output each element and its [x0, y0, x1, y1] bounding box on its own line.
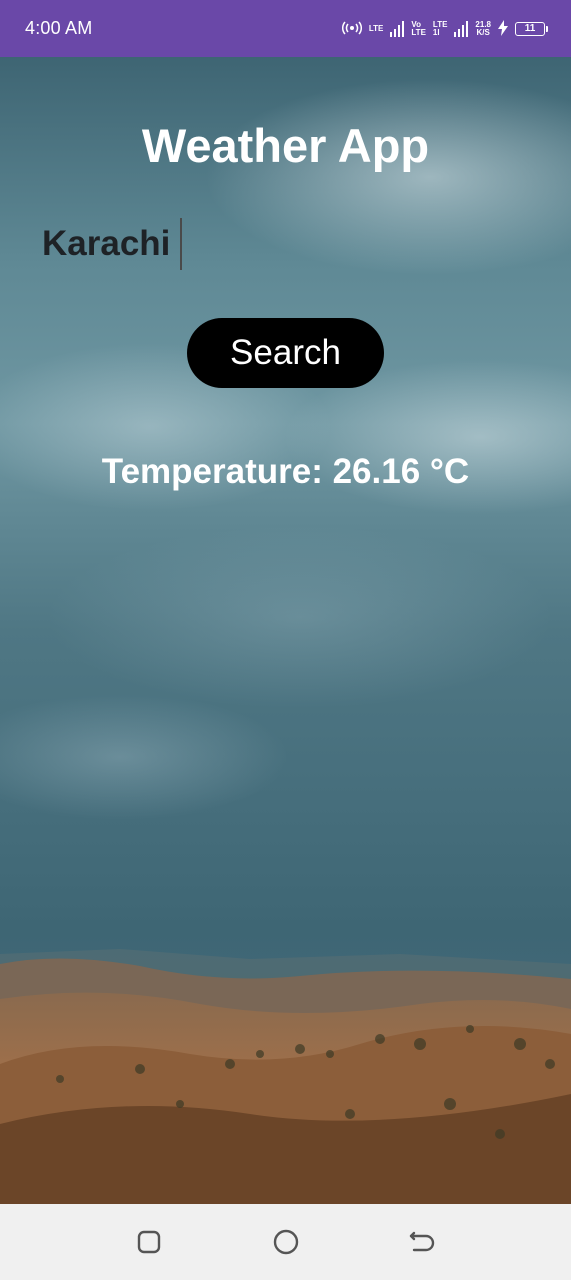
battery-icon: 11: [515, 21, 548, 36]
text-cursor: [180, 218, 183, 270]
square-recents-icon: [137, 1230, 160, 1254]
charging-bolt-icon: [498, 19, 508, 38]
signal-bars-icon: [390, 20, 405, 37]
app-screen: 4:00 AM LTE Vo LTE LTE 1l 21.8 K/S 11 We…: [0, 0, 571, 1280]
status-bar: 4:00 AM LTE Vo LTE LTE 1l 21.8 K/S 11: [0, 0, 571, 57]
temperature-result: Temperature: 26.16 °C: [101, 452, 470, 491]
back-arrow-icon: [409, 1231, 434, 1252]
home-button[interactable]: [271, 1227, 301, 1257]
network-speed: 21.8 K/S: [475, 19, 491, 37]
city-search-input[interactable]: Karachi: [42, 218, 532, 270]
volte-label: Vo LTE: [411, 19, 426, 37]
hotspot-icon: [341, 21, 362, 37]
signal-bars-icon: [454, 20, 469, 37]
city-input-value: Karachi: [42, 224, 171, 263]
lte-signal-1: LTE: [368, 23, 384, 33]
lte-signal-2: LTE 1l: [432, 19, 448, 37]
status-icons: LTE Vo LTE LTE 1l 21.8 K/S 11: [341, 19, 548, 38]
back-button[interactable]: [408, 1227, 438, 1257]
circle-home-icon: [273, 1229, 298, 1255]
search-button[interactable]: Search: [187, 318, 384, 388]
recents-button[interactable]: [134, 1227, 164, 1257]
app-title: Weather App: [141, 119, 430, 172]
landscape-image: [0, 949, 571, 1204]
system-nav-bar: [0, 1204, 571, 1280]
status-time: 4:00 AM: [25, 18, 93, 38]
